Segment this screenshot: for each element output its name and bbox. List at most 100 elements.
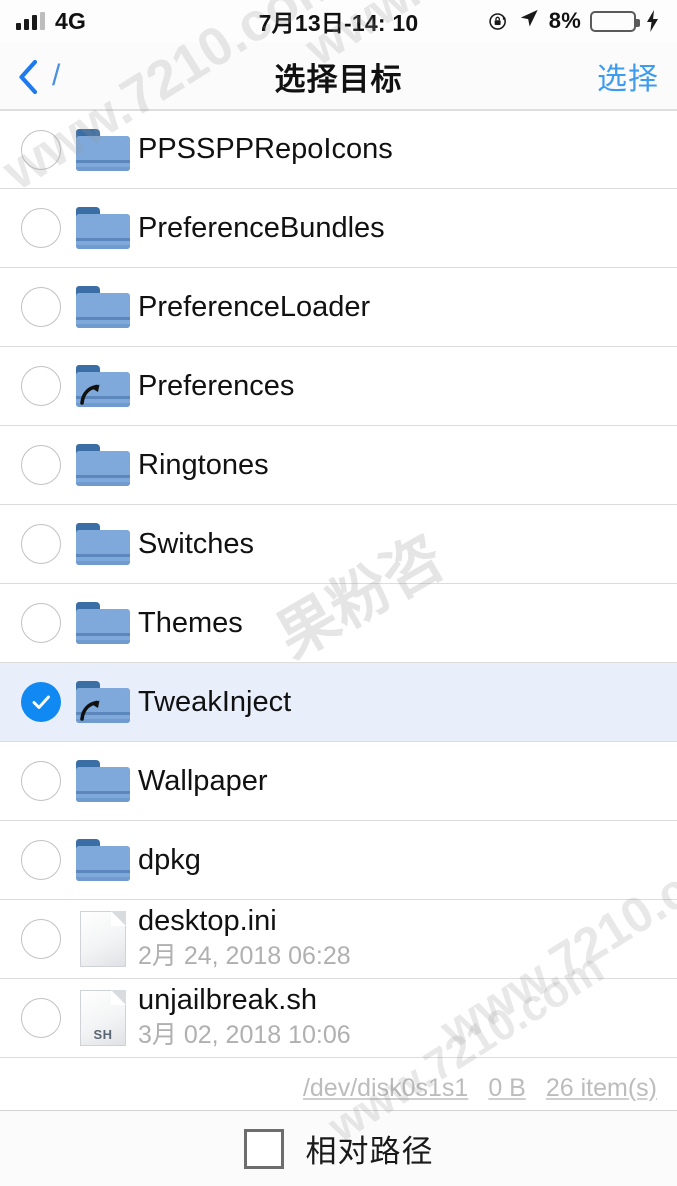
file-name: desktop.ini: [138, 905, 277, 938]
row-text-block: PPSSPPRepoIcons: [138, 133, 677, 165]
folder-icon: [68, 444, 138, 486]
folder-icon: [68, 523, 138, 565]
file-manager-screen: 4G 7月13日-14: 10 8% / 选择目标 选择 PPSSPPRepoI…: [0, 0, 677, 1186]
status-footer: /dev/disk0s1s1 0 B 26 item(s): [0, 1066, 677, 1110]
row-text-block: desktop.ini 2月 24, 2018 06:28: [138, 905, 677, 973]
folder-symlink-icon: [68, 681, 138, 723]
file-row[interactable]: desktop.ini 2月 24, 2018 06:28: [0, 900, 677, 979]
file-name: Ringtones: [138, 448, 269, 481]
file-row[interactable]: dpkg: [0, 821, 677, 900]
row-text-block: Themes: [138, 607, 677, 639]
file-row[interactable]: Wallpaper: [0, 742, 677, 821]
rotation-lock-icon: [488, 11, 509, 32]
folder-icon: [68, 602, 138, 644]
empty-circle-icon: [21, 287, 61, 327]
file-row[interactable]: SH unjailbreak.sh 3月 02, 2018 10:06: [0, 979, 677, 1058]
charging-bolt-icon: [645, 10, 661, 32]
row-checkbox[interactable]: [14, 840, 68, 880]
row-checkbox[interactable]: [14, 366, 68, 406]
back-button[interactable]: /: [18, 58, 61, 94]
navigation-bar: / 选择目标 选择: [0, 42, 677, 110]
empty-circle-icon: [21, 524, 61, 564]
row-checkbox[interactable]: [14, 603, 68, 643]
file-name: TweakInject: [138, 685, 292, 718]
empty-circle-icon: [21, 840, 61, 880]
back-button-label: /: [52, 58, 61, 92]
folder-icon: [68, 286, 138, 328]
row-text-block: unjailbreak.sh 3月 02, 2018 10:06: [138, 984, 677, 1052]
file-name: PreferenceLoader: [138, 290, 371, 323]
bottom-toolbar: 相对路径: [0, 1110, 677, 1186]
status-bar: 4G 7月13日-14: 10 8%: [0, 0, 677, 42]
empty-circle-icon: [21, 761, 61, 801]
row-text-block: Ringtones: [138, 449, 677, 481]
row-text-block: Wallpaper: [138, 765, 677, 797]
row-checkbox[interactable]: [14, 208, 68, 248]
file-row[interactable]: Ringtones: [0, 426, 677, 505]
page-title: 选择目标: [274, 61, 403, 97]
file-row[interactable]: Themes: [0, 584, 677, 663]
row-text-block: TweakInject: [138, 686, 677, 718]
footer-count: 26 item(s): [545, 1073, 657, 1102]
symlink-arrow-icon: [80, 384, 100, 405]
file-date: 3月 02, 2018 10:06: [138, 1021, 351, 1050]
file-row[interactable]: PPSSPPRepoIcons: [0, 110, 677, 189]
row-checkbox[interactable]: [14, 445, 68, 485]
file-row[interactable]: PreferenceLoader: [0, 268, 677, 347]
relative-path-checkbox[interactable]: [243, 1128, 284, 1169]
row-checkbox[interactable]: [14, 998, 68, 1038]
file-name: unjailbreak.sh: [138, 984, 317, 1017]
row-text-block: Switches: [138, 528, 677, 560]
file-name: Switches: [138, 527, 255, 560]
folder-icon: [68, 207, 138, 249]
row-text-block: PreferenceBundles: [138, 212, 677, 244]
empty-circle-icon: [21, 445, 61, 485]
status-bar-left: 4G: [16, 8, 86, 35]
battery-percent-label: 8%: [548, 8, 581, 33]
row-checkbox[interactable]: [14, 524, 68, 564]
row-checkbox[interactable]: [14, 919, 68, 959]
checkmark-circle-icon: [21, 682, 61, 722]
carrier-label: 4G: [55, 7, 87, 34]
file-name: Preferences: [138, 369, 295, 402]
folder-icon: [68, 128, 138, 171]
file-icon: [68, 911, 138, 967]
row-checkbox[interactable]: [14, 287, 68, 327]
battery-icon: [590, 10, 640, 32]
row-text-block: Preferences: [138, 370, 677, 402]
file-icon: SH: [68, 990, 138, 1046]
empty-circle-icon: [21, 366, 61, 406]
file-name: dpkg: [138, 843, 201, 876]
file-row[interactable]: Switches: [0, 505, 677, 584]
file-list[interactable]: PPSSPPRepoIcons PreferenceBundles Preferen…: [0, 110, 677, 1058]
file-name: Wallpaper: [138, 764, 268, 797]
status-bar-right: 8%: [488, 7, 661, 35]
empty-circle-icon: [21, 208, 61, 248]
signal-bars-icon: [16, 12, 45, 30]
location-arrow-icon: [518, 7, 540, 35]
row-checkbox[interactable]: [14, 129, 68, 170]
file-date: 2月 24, 2018 06:28: [138, 942, 351, 971]
footer-device: /dev/disk0s1s1: [302, 1073, 469, 1102]
relative-path-label: 相对路径: [305, 1134, 434, 1169]
file-row[interactable]: PreferenceBundles: [0, 189, 677, 268]
empty-circle-icon: [21, 998, 61, 1038]
file-name: PreferenceBundles: [138, 211, 385, 244]
footer-size: 0 B: [488, 1073, 526, 1102]
empty-circle-icon: [21, 603, 61, 643]
file-row[interactable]: Preferences: [0, 347, 677, 426]
file-ext-badge: SH: [93, 1027, 113, 1042]
row-text-block: PreferenceLoader: [138, 291, 677, 323]
row-checkbox[interactable]: [14, 761, 68, 801]
select-button[interactable]: 选择: [597, 54, 659, 98]
folder-icon: [68, 760, 138, 802]
folder-icon: [68, 839, 138, 881]
file-name: PPSSPPRepoIcons: [138, 133, 393, 166]
chevron-left-icon: [18, 59, 38, 94]
empty-circle-icon: [21, 129, 61, 170]
empty-circle-icon: [21, 919, 61, 959]
row-checkbox[interactable]: [14, 682, 68, 722]
file-name: Themes: [138, 606, 243, 639]
symlink-arrow-icon: [80, 700, 100, 721]
file-row[interactable]: TweakInject: [0, 663, 677, 742]
